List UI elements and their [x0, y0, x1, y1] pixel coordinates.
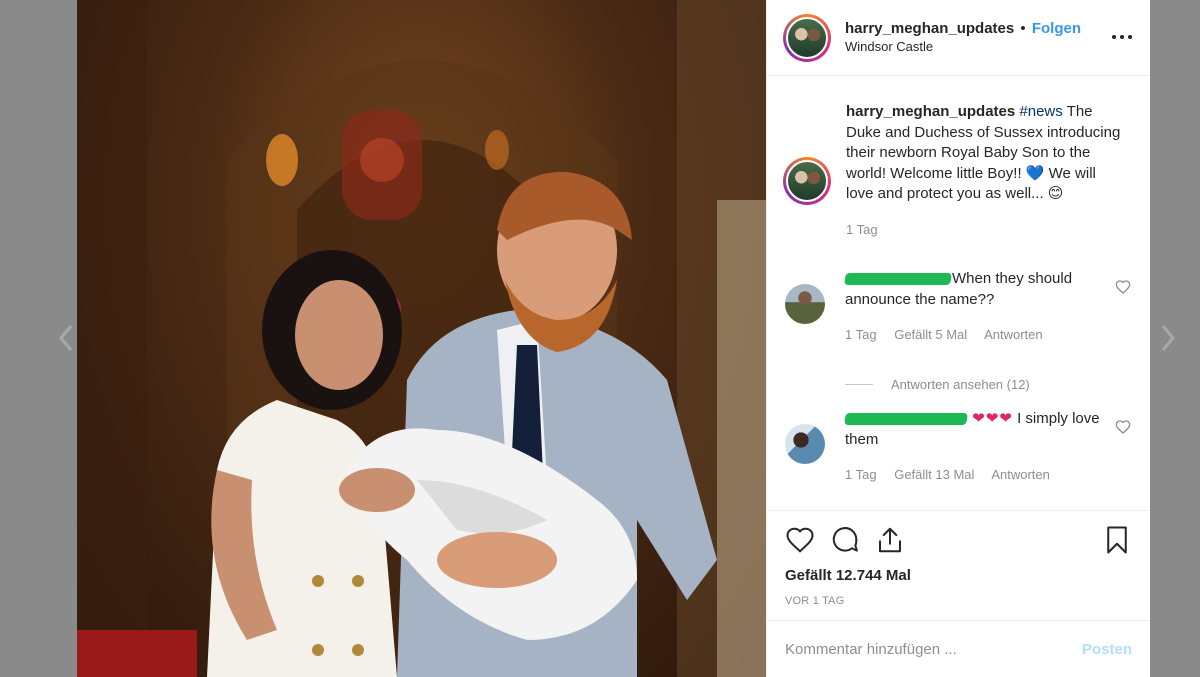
comment-time[interactable]: 1 Tag — [845, 327, 877, 342]
comment-likes[interactable]: Gefällt 5 Mal — [894, 327, 967, 342]
photo-illustration — [77, 0, 766, 677]
post-timestamp[interactable]: VOR 1 TAG — [785, 595, 1132, 607]
caption-time[interactable]: 1 Tag — [846, 222, 878, 237]
red-hearts-emoji: ❤❤❤ — [972, 410, 1013, 427]
comment-time[interactable]: 1 Tag — [845, 467, 877, 482]
view-replies-label: Antworten ansehen (12) — [891, 377, 1030, 392]
caption-avatar[interactable] — [783, 157, 831, 205]
post-header: harry_meghan_updates • Folgen Windsor Ca… — [767, 0, 1150, 76]
avatar-image — [786, 160, 828, 202]
bookmark-icon — [1107, 526, 1127, 554]
comment-like-heart-icon[interactable] — [1115, 279, 1131, 295]
redacted-username — [844, 413, 968, 426]
comment-input[interactable] — [785, 640, 1082, 658]
likes-count[interactable]: Gefällt 12.744 Mal — [785, 567, 1132, 584]
author-info: harry_meghan_updates • Folgen Windsor Ca… — [845, 20, 1081, 56]
avatar-image — [786, 16, 828, 59]
redacted-username — [844, 273, 952, 286]
comment-likes[interactable]: Gefällt 13 Mal — [894, 467, 974, 482]
heart-icon — [786, 527, 814, 553]
comment-item: When they should announce the name?? 1 T… — [785, 269, 1131, 346]
comment-icon — [832, 527, 858, 552]
commenter-avatar[interactable] — [785, 284, 825, 324]
save-button[interactable] — [1102, 525, 1132, 555]
next-post-arrow[interactable] — [1160, 324, 1176, 352]
post-caption: harry_meghan_updates #news The Duke and … — [783, 102, 1123, 241]
chevron-left-icon — [59, 325, 73, 351]
chevron-right-icon — [1161, 325, 1175, 351]
reply-button[interactable]: Antworten — [991, 467, 1050, 482]
post-location[interactable]: Windsor Castle — [845, 38, 1081, 56]
post-side-panel: harry_meghan_updates • Folgen Windsor Ca… — [766, 0, 1150, 677]
author-avatar[interactable] — [783, 13, 831, 62]
add-comment-bar: Posten — [767, 620, 1150, 677]
more-options-icon[interactable] — [1112, 27, 1132, 47]
reply-button[interactable]: Antworten — [984, 327, 1043, 342]
comment-like-heart-icon[interactable] — [1115, 419, 1131, 435]
post-photo[interactable] — [77, 0, 766, 677]
caption-username[interactable]: harry_meghan_updates — [846, 103, 1015, 120]
comment-button[interactable] — [830, 525, 860, 555]
author-username[interactable]: harry_meghan_updates — [845, 20, 1014, 37]
commenter-avatar[interactable] — [785, 424, 825, 464]
follow-button[interactable]: Folgen — [1032, 20, 1081, 37]
separator-dot: • — [1020, 19, 1026, 37]
hashtag-link[interactable]: #news — [1019, 103, 1062, 120]
comment-item: ❤❤❤ I simply love them 1 Tag Gefällt 13 … — [785, 409, 1131, 486]
share-button[interactable] — [875, 525, 905, 555]
post-dialog: harry_meghan_updates • Folgen Windsor Ca… — [77, 0, 1150, 677]
post-comment-button[interactable]: Posten — [1082, 641, 1132, 658]
smile-emoji: 😊 — [1047, 185, 1064, 203]
view-replies-button[interactable]: Antworten ansehen (12) — [845, 377, 1030, 392]
like-button[interactable] — [785, 525, 815, 555]
comments-section[interactable]: harry_meghan_updates #news The Duke and … — [767, 76, 1150, 510]
share-icon — [879, 527, 901, 553]
replies-divider — [845, 384, 873, 385]
blue-heart-emoji: 💙 — [1025, 164, 1045, 182]
previous-post-arrow[interactable] — [58, 324, 74, 352]
post-actions: Gefällt 12.744 Mal VOR 1 TAG — [767, 510, 1150, 607]
